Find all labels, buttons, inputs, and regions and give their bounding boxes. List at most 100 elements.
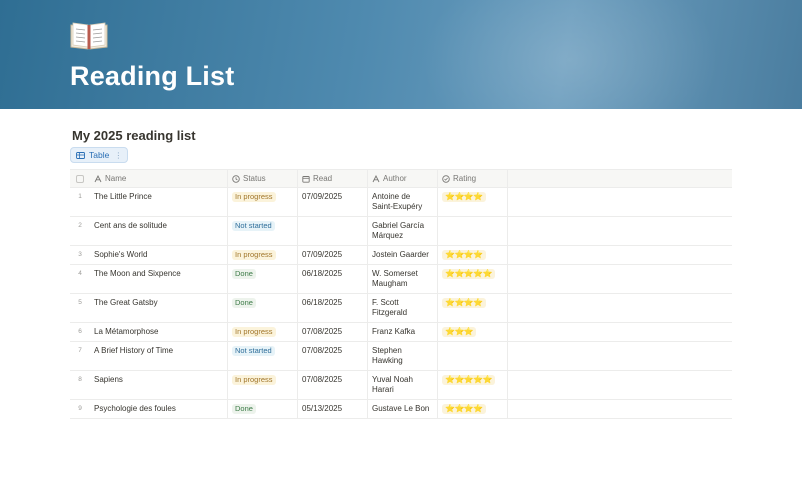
column-header-rating[interactable]: Rating [438, 170, 508, 187]
author-cell[interactable]: Yuval Noah Harari [368, 371, 438, 399]
author-cell[interactable]: Jostein Gaarder [368, 246, 438, 264]
column-header-label: Rating [453, 173, 477, 183]
status-cell[interactable]: Not started [228, 342, 298, 370]
rating-cell[interactable]: ⭐⭐⭐⭐ [438, 400, 508, 418]
table-row[interactable]: 6 La Métamorphose In progress 07/08/2025 Fra… [70, 323, 732, 342]
rating-cell[interactable] [438, 342, 508, 370]
row-number: 8 [78, 376, 82, 383]
open-book-icon[interactable] [69, 19, 109, 51]
rating-stars: ⭐⭐⭐⭐⭐ [442, 269, 496, 279]
rating-cell[interactable]: ⭐⭐⭐⭐ [438, 246, 508, 264]
view-tab-table[interactable]: Table ⋮ [70, 147, 129, 163]
table-row[interactable]: 8 Sapiens In progress 07/08/2025 Yuval Noah … [70, 371, 732, 400]
empty-cell [508, 294, 732, 322]
status-badge: Not started [232, 221, 275, 231]
name-cell[interactable]: Sophie's World [90, 246, 228, 264]
select-all-checkbox[interactable] [76, 174, 84, 183]
column-header-read[interactable]: Read [298, 170, 368, 187]
status-badge: In progress [232, 250, 276, 260]
table-row[interactable]: 3 Sophie's World In progress 07/09/2025 Jost… [70, 246, 732, 265]
status-cell[interactable]: In progress [228, 323, 298, 341]
empty-cell [508, 188, 732, 216]
author-cell[interactable]: Antoine de Saint-Exupéry [368, 188, 438, 216]
read-date-cell[interactable]: 06/18/2025 [298, 265, 368, 293]
author-cell[interactable]: Franz Kafka [368, 323, 438, 341]
table-row[interactable]: 9 Psychologie des foules Done 05/13/2025 Gus… [70, 400, 732, 419]
name-cell[interactable]: The Great Gatsby [90, 294, 228, 322]
calendar-icon [302, 175, 310, 183]
more-options-icon[interactable]: ⋮ [114, 151, 122, 160]
status-badge: In progress [232, 327, 276, 337]
rating-stars: ⭐⭐⭐⭐⭐ [442, 375, 496, 385]
author-cell[interactable]: Gustave Le Bon [368, 400, 438, 418]
read-date-cell[interactable]: 05/13/2025 [298, 400, 368, 418]
column-header-label: Author [383, 173, 407, 183]
row-number: 6 [78, 328, 82, 335]
rating-cell[interactable]: ⭐⭐⭐⭐ [438, 188, 508, 216]
name-cell[interactable]: The Moon and Sixpence [90, 265, 228, 293]
status-badge: In progress [232, 192, 276, 202]
rating-stars: ⭐⭐⭐⭐ [442, 298, 486, 308]
row-number: 7 [78, 347, 82, 354]
column-header-name[interactable]: Name [90, 170, 228, 187]
row-number: 4 [78, 270, 82, 277]
rating-cell[interactable]: ⭐⭐⭐ [438, 323, 508, 341]
table-row[interactable]: 5 The Great Gatsby Done 06/18/2025 F. Scott … [70, 294, 732, 323]
author-cell[interactable]: Stephen Hawking [368, 342, 438, 370]
status-cell[interactable]: Not started [228, 217, 298, 245]
read-date-cell[interactable]: 07/09/2025 [298, 246, 368, 264]
table-row[interactable]: 7 A Brief History of Time Not started 07/08… [70, 342, 732, 371]
read-date-cell[interactable]: 07/08/2025 [298, 342, 368, 370]
status-cell[interactable]: In progress [228, 371, 298, 399]
rating-cell[interactable]: ⭐⭐⭐⭐⭐ [438, 265, 508, 293]
row-number: 2 [78, 222, 82, 229]
column-header-author[interactable]: Author [368, 170, 438, 187]
column-header-status[interactable]: Status [228, 170, 298, 187]
status-cell[interactable]: Done [228, 265, 298, 293]
read-date-cell[interactable]: 07/09/2025 [298, 188, 368, 216]
select-all-cell[interactable] [70, 170, 90, 187]
status-badge: Not started [232, 346, 275, 356]
read-date-cell[interactable]: 06/18/2025 [298, 294, 368, 322]
page-cover [0, 0, 802, 109]
empty-cell [508, 323, 732, 341]
read-date-cell[interactable]: 07/08/2025 [298, 371, 368, 399]
status-cell[interactable]: In progress [228, 188, 298, 216]
status-cell[interactable]: Done [228, 400, 298, 418]
status-badge: Done [232, 298, 256, 308]
row-number: 3 [78, 251, 82, 258]
status-cell[interactable]: In progress [228, 246, 298, 264]
page-title: Reading List [70, 61, 235, 91]
table-row[interactable]: 4 The Moon and Sixpence Done 06/18/2025 W. S… [70, 265, 732, 294]
name-cell[interactable]: A Brief History of Time [90, 342, 228, 370]
name-cell[interactable]: Psychologie des foules [90, 400, 228, 418]
table-header-row: Name Status Read Author Rating [70, 170, 732, 188]
status-cell[interactable]: Done [228, 294, 298, 322]
status-badge: Done [232, 269, 256, 279]
author-cell[interactable]: W. Somerset Maugham [368, 265, 438, 293]
rating-cell[interactable]: ⭐⭐⭐⭐⭐ [438, 371, 508, 399]
rating-cell[interactable] [438, 217, 508, 245]
empty-cell [508, 342, 732, 370]
status-badge: In progress [232, 375, 276, 385]
text-type-icon [372, 174, 380, 182]
database-title[interactable]: My 2025 reading list [72, 128, 196, 143]
author-cell[interactable]: F. Scott Fitzgerald [368, 294, 438, 322]
empty-cell [508, 371, 732, 399]
table-row[interactable]: 1 The Little Prince In progress 07/09/2025 A… [70, 188, 732, 217]
table-row[interactable]: 2 Cent ans de solitude Not started Gabriel … [70, 217, 732, 246]
name-cell[interactable]: The Little Prince [90, 188, 228, 216]
name-cell[interactable]: La Métamorphose [90, 323, 228, 341]
row-number: 9 [78, 405, 82, 412]
name-cell[interactable]: Sapiens [90, 371, 228, 399]
author-cell[interactable]: Gabriel García Márquez [368, 217, 438, 245]
empty-cell [508, 217, 732, 245]
rating-stars: ⭐⭐⭐⭐ [442, 404, 486, 414]
empty-cell [508, 265, 732, 293]
read-date-cell[interactable]: 07/08/2025 [298, 323, 368, 341]
row-number: 1 [78, 193, 82, 200]
read-date-cell[interactable] [298, 217, 368, 245]
status-icon [442, 174, 450, 183]
name-cell[interactable]: Cent ans de solitude [90, 217, 228, 245]
rating-cell[interactable]: ⭐⭐⭐⭐ [438, 294, 508, 322]
